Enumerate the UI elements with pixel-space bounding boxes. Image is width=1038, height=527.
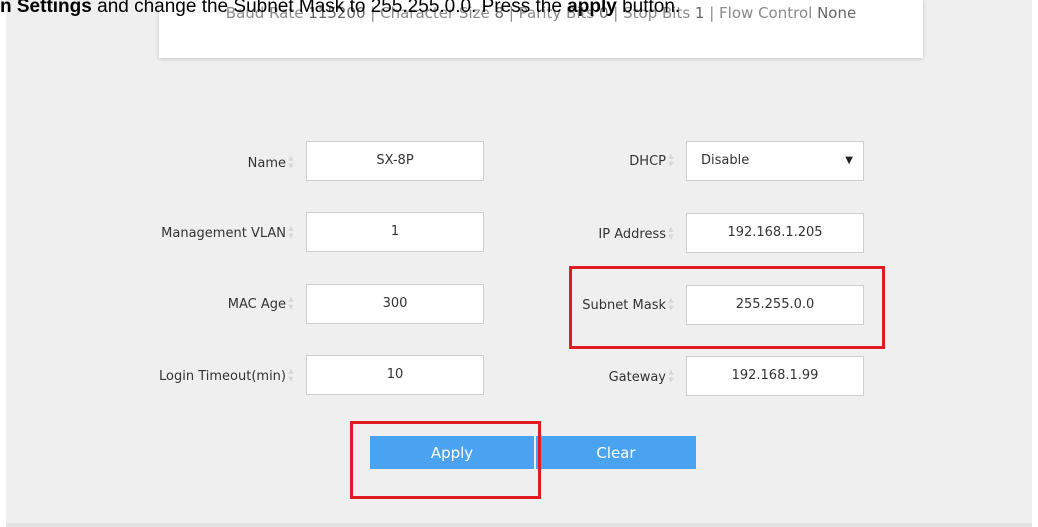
sort-icon: ▲ ▼ — [668, 225, 674, 241]
settings-panel: Baud Rate 115200 | Character Size 8 | Pa… — [6, 0, 1032, 527]
dhcp-selected-value: Disable — [701, 153, 750, 168]
name-input[interactable]: SX-8P — [306, 141, 484, 181]
management-vlan-input[interactable]: 1 — [306, 212, 484, 252]
mac-age-input[interactable]: 300 — [306, 284, 484, 324]
login-timeout-input[interactable]: 10 — [306, 355, 484, 395]
ip-address-label: IP Address — [598, 227, 666, 242]
sort-icon: ▲ ▼ — [288, 154, 294, 170]
sort-icon: ▲ ▼ — [288, 367, 294, 383]
bottom-divider — [6, 523, 1032, 527]
sort-icon: ▲ ▼ — [668, 152, 674, 168]
gateway-input[interactable]: 192.168.1.99 — [686, 356, 864, 396]
name-label: Name — [247, 156, 286, 171]
sort-icon: ▲ ▼ — [288, 295, 294, 311]
sort-icon: ▲ ▼ — [668, 296, 674, 312]
dhcp-label: DHCP — [629, 154, 666, 169]
sort-icon: ▲ ▼ — [288, 224, 294, 240]
dhcp-select[interactable]: Disable ▼ — [686, 141, 864, 181]
clear-button[interactable]: Clear — [536, 436, 696, 469]
chevron-down-icon: ▼ — [845, 155, 853, 166]
management-vlan-label: Management VLAN — [161, 226, 286, 241]
ip-address-input[interactable]: 192.168.1.205 — [686, 213, 864, 253]
mac-age-label: MAC Age — [227, 297, 286, 312]
gateway-label: Gateway — [608, 370, 666, 385]
login-timeout-label: Login Timeout(min) — [159, 369, 286, 384]
subnet-mask-label: Subnet Mask — [582, 298, 666, 313]
apply-button[interactable]: Apply — [370, 436, 534, 469]
subnet-mask-input[interactable]: 255.255.0.0 — [686, 285, 864, 325]
sort-icon: ▲ ▼ — [668, 368, 674, 384]
instruction-text: n Settings and change the Subnet Mask to… — [0, 0, 681, 17]
